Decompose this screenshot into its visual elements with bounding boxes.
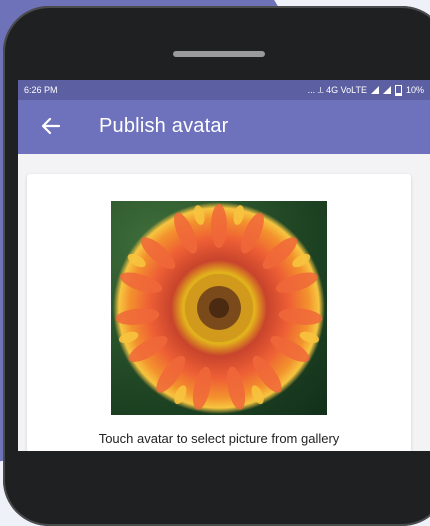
page-title: Publish avatar — [99, 115, 229, 137]
network-label: ... ⟂ 4G VoLTE — [307, 84, 367, 95]
signal-icon — [370, 86, 379, 94]
status-time: 6:26 PM — [24, 85, 58, 95]
back-arrow-icon[interactable] — [38, 113, 64, 139]
phone-screen: 6:26 PM ... ⟂ 4G VoLTE 10% Publish avata… — [18, 80, 430, 451]
phone-speaker — [173, 51, 265, 57]
avatar-hint-text: Touch avatar to select picture from gall… — [98, 431, 340, 446]
avatar-image[interactable] — [111, 201, 327, 415]
status-indicators: ... ⟂ 4G VoLTE 10% — [307, 84, 424, 96]
app-bar: Publish avatar — [18, 100, 430, 154]
avatar-card: Touch avatar to select picture from gall… — [27, 174, 411, 451]
battery-icon — [394, 84, 402, 96]
status-bar: 6:26 PM ... ⟂ 4G VoLTE 10% — [18, 80, 430, 100]
signal-icon-2 — [382, 86, 391, 94]
battery-level: 10% — [405, 85, 424, 95]
